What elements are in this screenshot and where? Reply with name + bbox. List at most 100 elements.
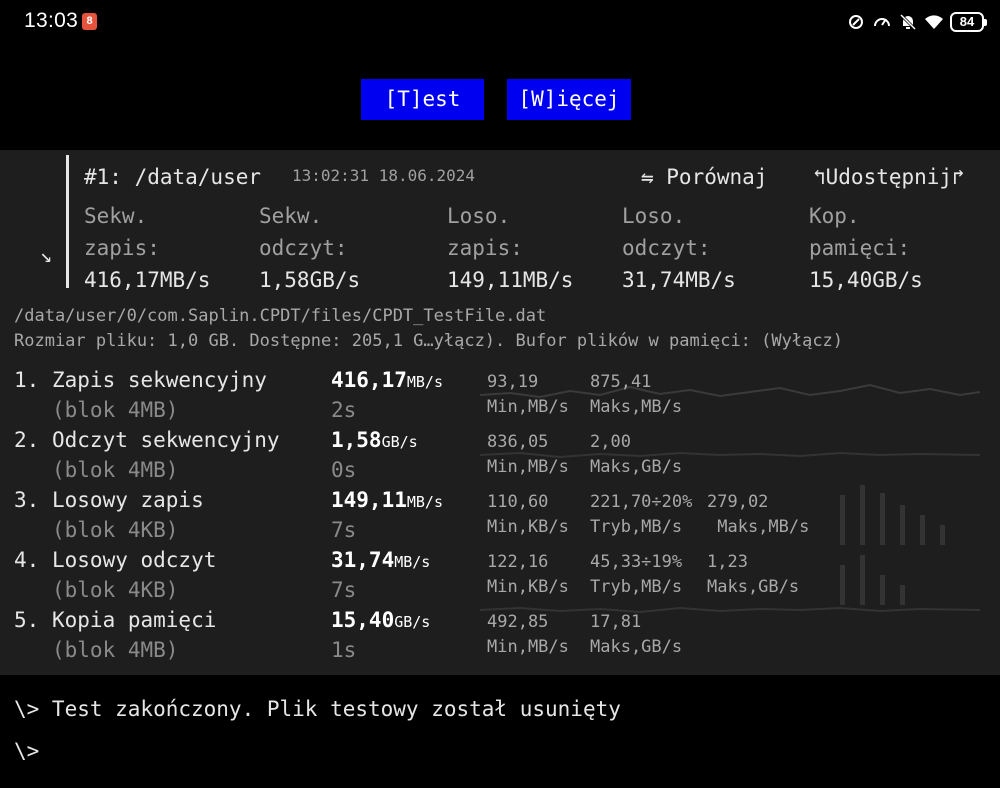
- more-button[interactable]: [W]ięcej: [507, 79, 631, 120]
- stat-max: 1,23 Maks,GB/s: [707, 550, 799, 600]
- col-value: 31,74MB/s: [622, 268, 736, 292]
- test-speed: 15,40GB/s: [331, 608, 430, 632]
- result-col-seq-read: Sekw. odczyt: 1,58GB/s: [259, 200, 360, 296]
- result-timestamp: 13:02:31 18.06.2024: [292, 166, 476, 185]
- speed-value: 1,58: [331, 428, 382, 452]
- col-label: Loso.: [447, 204, 511, 228]
- speedometer-icon: [872, 12, 892, 32]
- speed-unit: MB/s: [406, 493, 443, 511]
- row-number: 2.: [14, 428, 40, 452]
- stat-value: 17,81: [590, 612, 642, 632]
- col-value: 1,58GB/s: [259, 268, 361, 292]
- test-block: (blok 4KB): [52, 578, 179, 602]
- result-title: #1: /data/user: [84, 165, 262, 189]
- stat-value: 45,33÷19%: [590, 552, 683, 572]
- test-duration: 7s: [331, 518, 357, 542]
- test-speed: 31,74MB/s: [331, 548, 430, 572]
- wifi-icon: [924, 12, 944, 32]
- notification-icon: 8: [82, 13, 97, 30]
- test-duration: 1s: [331, 638, 357, 662]
- test-duration: 7s: [331, 578, 357, 602]
- result-col-rand-read: Loso. odczyt: 31,74MB/s: [622, 200, 736, 296]
- test-duration: 0s: [331, 458, 357, 482]
- col-label: pamięci:: [809, 236, 911, 260]
- status-bar: 13:03 8 84: [0, 0, 1000, 44]
- expand-arrow-icon[interactable]: ↘: [40, 243, 52, 267]
- stat-label: Min,KB/s: [487, 577, 569, 597]
- stat-label: Min,MB/s: [487, 457, 569, 477]
- row-number: 3.: [14, 488, 40, 512]
- stat-max: 17,81 Maks,GB/s: [590, 610, 682, 660]
- stat-label: Min,MB/s: [487, 637, 569, 657]
- col-label: Sekw.: [259, 204, 323, 228]
- stat-label: Maks,MB/s: [707, 517, 810, 537]
- bell-off-icon: [898, 12, 918, 32]
- battery-icon: 84: [950, 12, 987, 32]
- result-col-mem-copy: Kop. pamięci: 15,40GB/s: [809, 200, 923, 296]
- stat-min: 93,19 Min,MB/s: [487, 370, 569, 420]
- clock: 13:03: [24, 9, 79, 32]
- speed-unit: MB/s: [406, 373, 443, 391]
- test-button[interactable]: [T]est: [361, 79, 484, 120]
- test-name: Zapis sekwencyjny: [52, 368, 267, 392]
- result-col-seq-write: Sekw. zapis: 416,17MB/s: [84, 200, 210, 296]
- col-label: Sekw.: [84, 204, 148, 228]
- test-row-mem-copy: 5. Kopia pamięci (blok 4MB) 15,40GB/s 1s…: [0, 608, 1000, 668]
- stat-mode: 221,70÷20% Tryb,MB/s: [590, 490, 692, 540]
- share-button[interactable]: ↰Udostępnij↱: [813, 165, 965, 189]
- result-card[interactable]: #1: /data/user 13:02:31 18.06.2024 ⇋ Por…: [66, 155, 996, 292]
- test-row-rand-write: 3. Losowy zapis (blok 4KB) 149,11MB/s 7s…: [0, 488, 1000, 548]
- stat-min: 836,05 Min,MB/s: [487, 430, 569, 480]
- stat-value: 836,05: [487, 432, 549, 452]
- compare-button[interactable]: ⇋ Porównaj: [641, 165, 767, 189]
- stat-value: 93,19: [487, 372, 539, 392]
- col-label: odczyt:: [259, 236, 348, 260]
- console-prompt[interactable]: \>: [14, 739, 39, 763]
- col-label: zapis:: [84, 236, 160, 260]
- speed-value: 416,17: [331, 368, 407, 392]
- test-block: (blok 4KB): [52, 518, 179, 542]
- stat-value: 110,60: [487, 492, 549, 512]
- stat-max: 2,00 Maks,GB/s: [590, 430, 682, 480]
- test-block: (blok 4MB): [52, 398, 179, 422]
- results-panel: ↘ #1: /data/user 13:02:31 18.06.2024 ⇋ P…: [0, 150, 1000, 675]
- test-name: Kopia pamięci: [52, 608, 217, 632]
- stat-label: Maks,GB/s: [590, 637, 683, 657]
- test-duration: 2s: [331, 398, 357, 422]
- test-name: Odczyt sekwencyjny: [52, 428, 280, 452]
- test-speed: 416,17MB/s: [331, 368, 443, 392]
- stat-label: Min,KB/s: [487, 517, 569, 537]
- speed-value: 15,40: [331, 608, 395, 632]
- stat-value: 122,16: [487, 552, 549, 572]
- row-number: 5.: [14, 608, 40, 632]
- test-name: Losowy zapis: [52, 488, 204, 512]
- col-label: odczyt:: [622, 236, 711, 260]
- stat-label: Maks,GB/s: [707, 577, 800, 597]
- stat-max: 875,41 Maks,MB/s: [590, 370, 682, 420]
- file-info[interactable]: Rozmiar pliku: 1,0 GB. Dostępne: 205,1 G…: [14, 331, 843, 351]
- console-line: \> Test zakończony. Plik testowy został …: [14, 697, 621, 721]
- test-row-seq-read: 2. Odczyt sekwencyjny (blok 4MB) 1,58GB/…: [0, 428, 1000, 488]
- stat-label: Tryb,MB/s: [590, 577, 683, 597]
- status-icons: 84: [846, 10, 987, 34]
- col-value: 416,17MB/s: [84, 268, 211, 292]
- stat-max: 279,02 Maks,MB/s: [707, 490, 809, 540]
- row-number: 1.: [14, 368, 40, 392]
- speed-value: 31,74: [331, 548, 395, 572]
- col-label: zapis:: [447, 236, 523, 260]
- stat-value: 875,41: [590, 372, 652, 392]
- stat-value: 2,00: [590, 432, 631, 452]
- stat-label: Min,MB/s: [487, 397, 569, 417]
- test-block: (blok 4MB): [52, 638, 179, 662]
- test-speed: 1,58GB/s: [331, 428, 418, 452]
- stat-label: Tryb,MB/s: [590, 517, 683, 537]
- speed-value: 149,11: [331, 488, 407, 512]
- test-block: (blok 4MB): [52, 458, 179, 482]
- test-name: Losowy odczyt: [52, 548, 217, 572]
- col-label: Loso.: [622, 204, 686, 228]
- stat-value: 1,23: [707, 552, 748, 572]
- test-row-seq-write: 1. Zapis sekwencyjny (blok 4MB) 416,17MB…: [0, 368, 1000, 428]
- vpn-icon: [846, 12, 866, 32]
- stat-value: 279,02: [707, 492, 769, 512]
- speed-unit: GB/s: [381, 433, 418, 451]
